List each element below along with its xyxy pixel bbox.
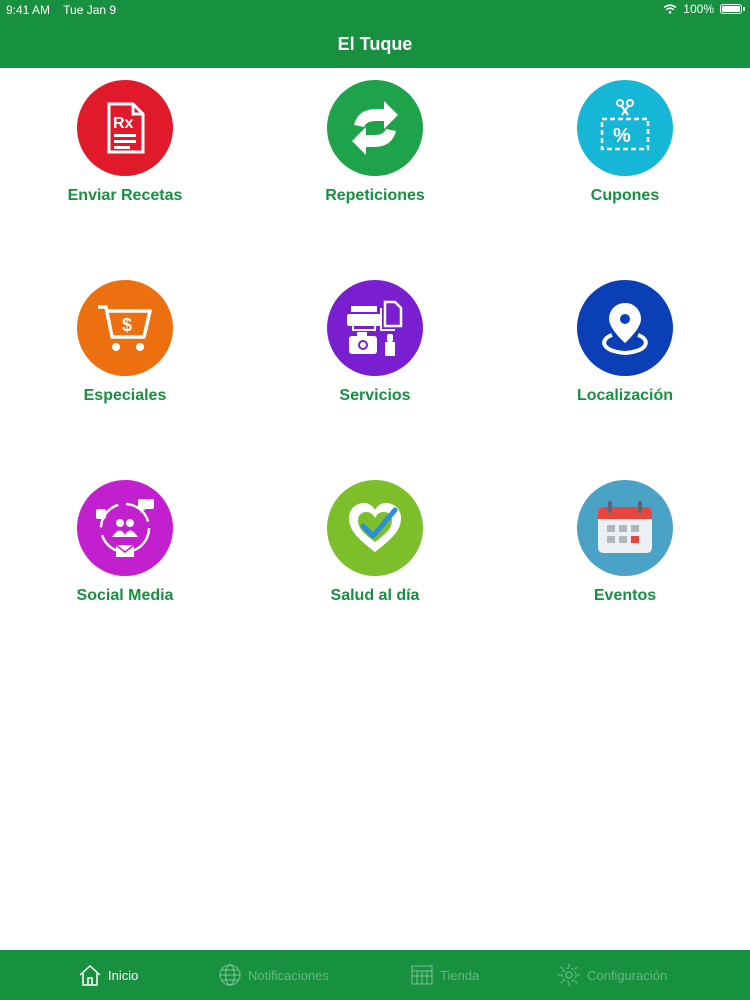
tile-social-media[interactable]: Social Media — [0, 480, 250, 605]
social-media-button[interactable] — [77, 480, 173, 576]
tab-configuracion[interactable]: Configuración — [557, 950, 667, 1000]
tile-cupones[interactable]: % Cupones — [500, 80, 750, 205]
tile-label: Especiales — [83, 387, 167, 404]
shopping-cart-icon: $ — [98, 305, 152, 351]
tab-tienda[interactable]: Tienda — [410, 950, 479, 1000]
services-icon — [347, 300, 403, 356]
battery-percent: 100% — [683, 2, 714, 16]
especiales-button[interactable]: $ — [77, 280, 173, 376]
location-pin-icon — [602, 303, 648, 356]
tab-notificaciones[interactable]: Notificaciones — [218, 950, 329, 1000]
servicios-button[interactable] — [327, 280, 423, 376]
status-bar: 9:41 AM Tue Jan 9 100% — [0, 0, 750, 20]
enviar-recetas-button[interactable]: Rx — [77, 80, 173, 176]
status-date: Tue Jan 9 — [63, 3, 117, 17]
prescription-icon: Rx — [107, 102, 145, 154]
svg-text:$: $ — [122, 315, 132, 335]
gear-icon — [558, 964, 580, 986]
svg-text:%: % — [613, 125, 631, 147]
calendar-icon — [598, 501, 652, 553]
localizacion-button[interactable] — [577, 280, 673, 376]
svg-text:Rx: Rx — [113, 115, 134, 132]
store-icon — [411, 965, 433, 985]
tile-label: Social Media — [76, 587, 174, 604]
tab-bar: Inicio Notificaciones Tienda Configuraci… — [0, 950, 750, 1000]
wifi-icon — [663, 4, 677, 14]
page-title: El Tuque — [337, 34, 413, 54]
tile-salud-al-dia[interactable]: Salud al día — [250, 480, 500, 605]
tab-inicio[interactable]: Inicio — [78, 950, 138, 1000]
cupones-button[interactable]: % — [577, 80, 673, 176]
tile-especiales[interactable]: $ Especiales — [0, 280, 250, 405]
salud-al-dia-button[interactable] — [327, 480, 423, 576]
tile-label: Salud al día — [330, 587, 420, 604]
coupon-icon: % — [600, 99, 650, 151]
repeticiones-button[interactable] — [327, 80, 423, 176]
status-right: 100% — [663, 2, 745, 16]
tile-label: Enviar Recetas — [67, 187, 183, 204]
refresh-icon — [352, 101, 398, 155]
home-icon — [79, 964, 101, 986]
tile-repeticiones[interactable]: Repeticiones — [250, 80, 500, 205]
tile-label: Localización — [576, 387, 674, 404]
tile-label: Repeticiones — [325, 187, 425, 204]
status-time: 9:41 AM — [6, 3, 51, 17]
tab-label: Configuración — [587, 967, 668, 983]
social-media-icon — [96, 499, 154, 557]
tile-localizacion[interactable]: Localización — [500, 280, 750, 405]
tile-label: Servicios — [339, 387, 411, 404]
status-left: 9:41 AM Tue Jan 9 — [6, 3, 126, 17]
tab-label: Notificaciones — [248, 967, 329, 983]
tab-label: Tienda — [440, 967, 480, 983]
battery-icon — [720, 4, 745, 14]
tile-label: Cupones — [590, 187, 660, 204]
globe-icon — [219, 964, 241, 986]
tile-eventos[interactable]: Eventos — [500, 480, 750, 605]
tile-label: Eventos — [593, 587, 657, 604]
tab-label: Inicio — [108, 967, 139, 983]
eventos-button[interactable] — [577, 480, 673, 576]
health-heart-icon — [349, 503, 401, 552]
nav-bar: El Tuque — [0, 20, 750, 68]
tile-servicios[interactable]: Servicios — [250, 280, 500, 405]
tile-enviar-recetas[interactable]: Rx Enviar Recetas — [0, 80, 250, 205]
